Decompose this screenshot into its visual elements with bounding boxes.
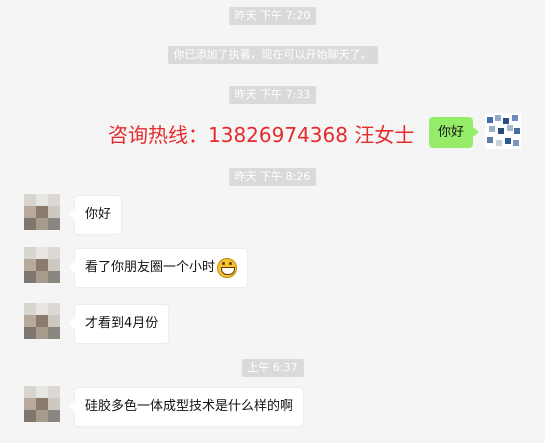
timestamp-1: 昨天 下午 7:20: [228, 7, 317, 25]
self-message-bubble[interactable]: 你好: [429, 117, 480, 148]
message-bubble[interactable]: 硅胶多色一体成型技术是什么样的啊: [68, 387, 305, 427]
contact-avatar[interactable]: [24, 386, 60, 422]
timestamp-2: 昨天 下午 7:33: [228, 86, 317, 104]
message-bubble[interactable]: 你好: [68, 195, 123, 235]
grinning-face-icon: [217, 257, 238, 278]
message-text: 看了你朋友圈一个小时: [85, 260, 216, 275]
contact-avatar[interactable]: [24, 247, 60, 283]
contact-avatar[interactable]: [24, 194, 60, 230]
system-notice: 你已添加了执著，现在可以开始聊天了。: [167, 46, 378, 64]
self-avatar[interactable]: [485, 113, 521, 149]
hotline-text: 咨询热线：13826974368 汪女士: [108, 123, 415, 147]
message-bubble[interactable]: 看了你朋友圈一个小时: [68, 248, 249, 288]
message-bubble[interactable]: 才看到4月份: [68, 304, 170, 344]
timestamp-4: 上午 6:37: [241, 359, 304, 377]
contact-avatar[interactable]: [24, 303, 60, 339]
timestamp-3: 昨天 下午 8:26: [228, 168, 317, 186]
